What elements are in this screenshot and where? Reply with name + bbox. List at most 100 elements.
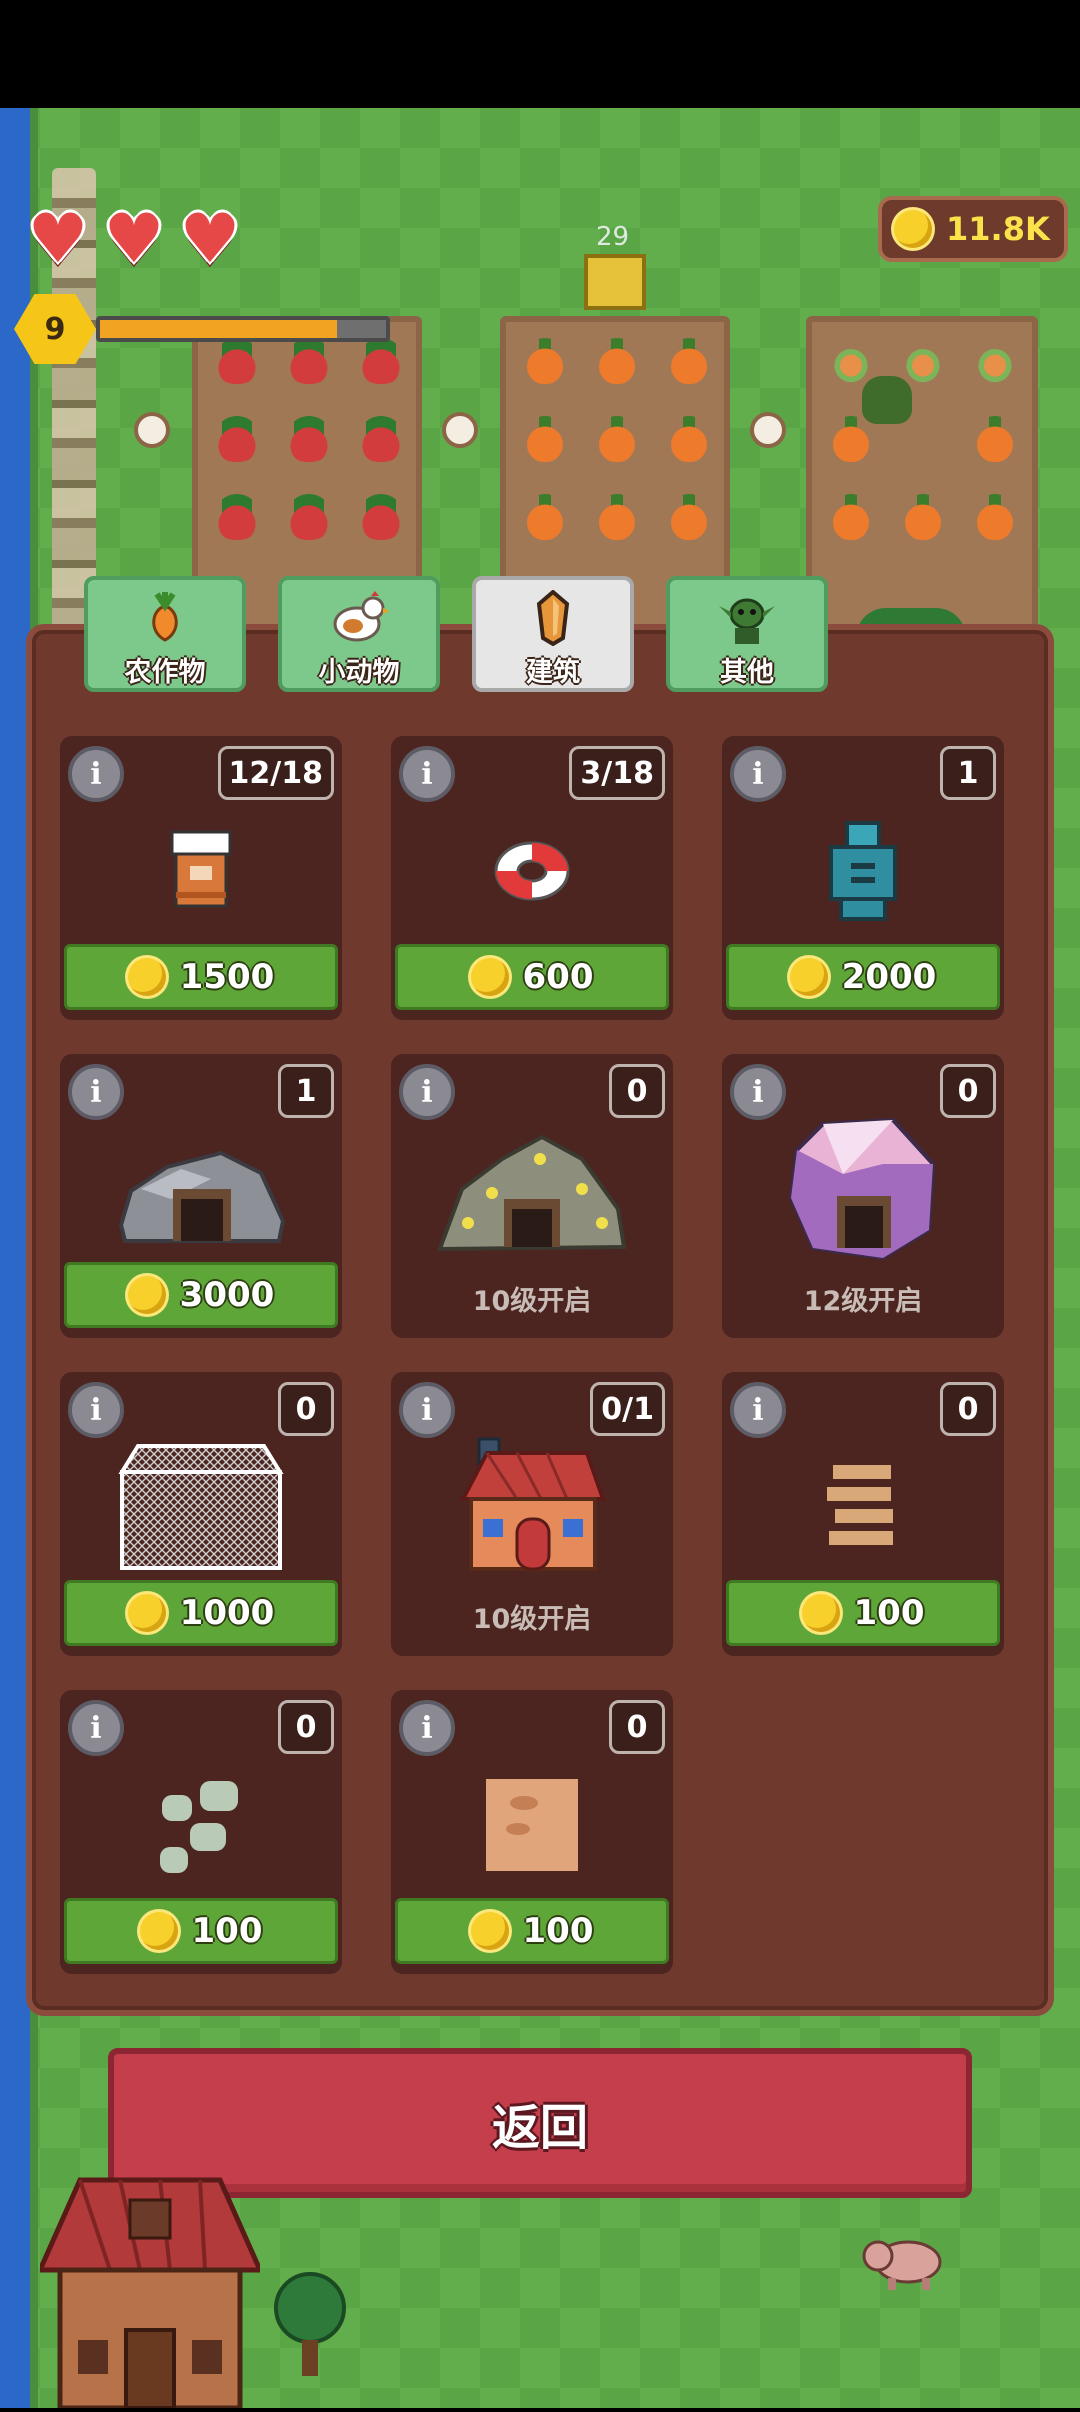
farmhouse[interactable] (36, 2160, 264, 2411)
beet-crop (358, 494, 404, 540)
plot-number: 29 (596, 222, 630, 252)
price-label: 3000 (179, 1275, 275, 1315)
tab-label: 农作物 (124, 657, 206, 688)
coin-amount: 11.8K (946, 210, 1050, 248)
shop-item-crystal-mine[interactable]: i 0 12级开启 (722, 1054, 1004, 1338)
goblin-icon (717, 590, 777, 646)
buy-button[interactable]: 2000 (726, 944, 1000, 1010)
tab-label: 建筑 (526, 657, 580, 688)
tab-other[interactable]: 其他 (666, 576, 828, 692)
shop-item-net-cage[interactable]: i 0 1000 (60, 1372, 342, 1656)
pumpkin-crop (522, 494, 568, 540)
coin-counter: 11.8K (878, 196, 1068, 262)
beet-crop (286, 338, 332, 384)
pumpkin-field-marker[interactable] (442, 412, 478, 448)
heart-icon: ♥ (179, 200, 241, 279)
item-count: 0 (609, 1064, 665, 1118)
info-button[interactable]: i (730, 1064, 786, 1120)
info-button[interactable]: i (68, 746, 124, 802)
coin-icon (789, 958, 828, 996)
price-label: 100 (191, 1911, 263, 1951)
buy-button[interactable]: 1500 (64, 944, 338, 1010)
unlock-requirement: 12级开启 (803, 1286, 923, 1317)
price-label: 100 (853, 1593, 925, 1633)
buy-button[interactable]: 100 (726, 1580, 1000, 1646)
chicken-icon (329, 590, 389, 646)
scarecrow-icon (722, 796, 1004, 946)
info-button[interactable]: i (68, 1064, 124, 1120)
pumpkin-crop (666, 338, 712, 384)
buy-button[interactable]: 1000 (64, 1580, 338, 1646)
item-count: 1 (940, 746, 996, 800)
pumpkin-crop (522, 416, 568, 462)
beet-crop (358, 338, 404, 384)
item-count: 1 (278, 1064, 334, 1118)
goblin-farmer[interactable] (862, 376, 912, 424)
buy-button[interactable]: 3000 (64, 1262, 338, 1328)
buy-button[interactable]: 100 (64, 1898, 338, 1964)
info-button[interactable]: i (399, 1064, 455, 1120)
beet-crop (286, 416, 332, 462)
coin-icon (470, 1912, 509, 1950)
level-progress-bar (96, 316, 390, 342)
info-button[interactable]: i (399, 1700, 455, 1756)
pumpkin-crop (594, 416, 640, 462)
item-count: 0 (278, 1700, 334, 1754)
carrot-icon (135, 590, 195, 646)
crystal-mine-icon (722, 1114, 1004, 1264)
sprout-crop (900, 338, 946, 384)
pumpkin-crop (594, 338, 640, 384)
pumpkin-crop (972, 494, 1018, 540)
mixed-field-marker[interactable] (750, 412, 786, 448)
coin-icon (894, 210, 932, 248)
tab-animals[interactable]: 小动物 (278, 576, 440, 692)
pumpkin-crop (972, 416, 1018, 462)
shop-item-stone-mine[interactable]: i 1 3000 (60, 1054, 342, 1338)
item-count: 3/18 (569, 746, 665, 800)
buy-button[interactable]: 600 (395, 944, 669, 1010)
shop-item-wood-path[interactable]: i 0 100 (722, 1372, 1004, 1656)
pumpkin-crop (828, 494, 874, 540)
info-button[interactable]: i (399, 1382, 455, 1438)
coin-icon (127, 958, 166, 996)
item-count: 0 (940, 1382, 996, 1436)
house-icon (391, 1432, 673, 1582)
item-count: 0/1 (590, 1382, 665, 1436)
gold-mine-icon (391, 1114, 673, 1264)
shop-item-stone-path[interactable]: i 0 100 (60, 1690, 342, 1974)
info-button[interactable]: i (68, 1382, 124, 1438)
price-label: 2000 (841, 957, 937, 997)
tab-buildings[interactable]: 建筑 (472, 576, 634, 692)
info-button[interactable]: i (730, 1382, 786, 1438)
shop-item-scarecrow[interactable]: i 1 2000 (722, 736, 1004, 1020)
coin-icon (470, 958, 509, 996)
dirt-tile-icon (391, 1750, 673, 1900)
shop-item-dirt-tile[interactable]: i 0 100 (391, 1690, 673, 1974)
item-count: 12/18 (217, 746, 334, 800)
shop-item-totem[interactable]: i 12/18 1500 (60, 736, 342, 1020)
sprout-crop (972, 338, 1018, 384)
plot-sign[interactable] (584, 254, 646, 310)
price-label: 1500 (179, 957, 275, 997)
buy-button[interactable]: 100 (395, 1898, 669, 1964)
tab-crops[interactable]: 农作物 (84, 576, 246, 692)
pumpkin-crop (666, 416, 712, 462)
unlock-requirement: 10级开启 (472, 1604, 592, 1635)
pig[interactable] (860, 2232, 950, 2292)
status-bar (0, 0, 1080, 108)
shop-item-house[interactable]: i 0/1 10级开启 (391, 1372, 673, 1656)
beet-field-marker[interactable] (134, 412, 170, 448)
pumpkin-crop (666, 494, 712, 540)
price-label: 600 (522, 957, 594, 997)
coin-icon (127, 1594, 166, 1632)
mixed-field[interactable] (806, 316, 1038, 646)
info-button[interactable]: i (730, 746, 786, 802)
shop-item-gold-mine[interactable]: i 0 10级开启 (391, 1054, 673, 1338)
info-button[interactable]: i (399, 746, 455, 802)
shop-item-life-ring[interactable]: i 3/18 600 (391, 736, 673, 1020)
tree (270, 2270, 350, 2380)
info-button[interactable]: i (68, 1700, 124, 1756)
tab-label: 小动物 (318, 657, 400, 688)
back-button-label: 返回 (491, 2100, 588, 2156)
coin-icon (139, 1912, 178, 1950)
